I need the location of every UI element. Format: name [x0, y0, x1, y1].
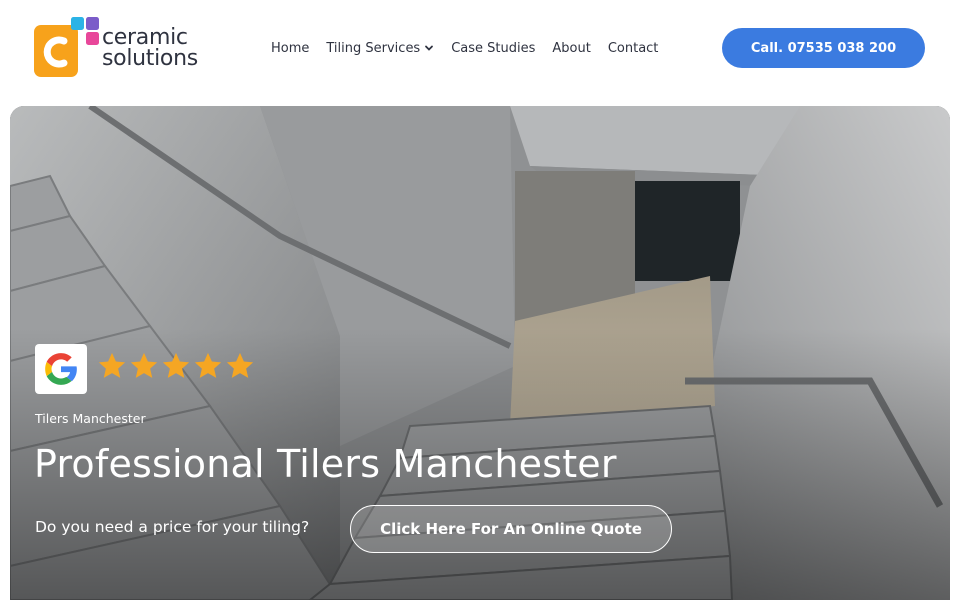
logo-line-2: solutions [102, 46, 198, 71]
call-button[interactable]: Call. 07535 038 200 [722, 28, 925, 68]
star-icon [98, 352, 126, 378]
star-icon [226, 352, 254, 378]
logo-text: ceramic solutions [102, 25, 198, 71]
logo[interactable]: ceramic solutions [34, 17, 224, 81]
nav-item-case-studies[interactable]: Case Studies [451, 41, 535, 56]
nav-item-label: Contact [607, 40, 659, 56]
nav-item-label: Case Studies [451, 40, 536, 56]
hero-question: Do you need a price for your tiling? [35, 518, 310, 536]
main-nav: Home Tiling Services Case Studies About … [271, 38, 675, 58]
logo-mark-icon [34, 17, 99, 77]
nav-item-about[interactable]: About [552, 41, 590, 56]
chevron-down-icon [425, 45, 434, 51]
rating-stars [97, 350, 255, 386]
google-icon [45, 353, 77, 385]
hero-title: Professional Tilers Manchester [34, 442, 617, 486]
nav-item-tiling-services[interactable]: Tiling Services [326, 41, 434, 56]
logo-line-1: ceramic [102, 25, 188, 50]
nav-item-label: About [552, 40, 591, 56]
star-icon [162, 352, 190, 378]
hero-kicker: Tilers Manchester [35, 411, 146, 426]
nav-item-contact[interactable]: Contact [608, 41, 659, 56]
nav-item-home[interactable]: Home [271, 41, 309, 56]
nav-item-label: Home [271, 40, 310, 56]
nav-item-label: Tiling Services [326, 40, 421, 56]
online-quote-button[interactable]: Click Here For An Online Quote [350, 505, 672, 553]
hero-section: Tilers Manchester Professional Tilers Ma… [10, 106, 950, 600]
google-review-badge[interactable] [35, 344, 87, 394]
star-icon [130, 352, 158, 378]
star-icon [194, 352, 222, 378]
site-header: ceramic solutions Home Tiling Services C… [0, 0, 960, 96]
